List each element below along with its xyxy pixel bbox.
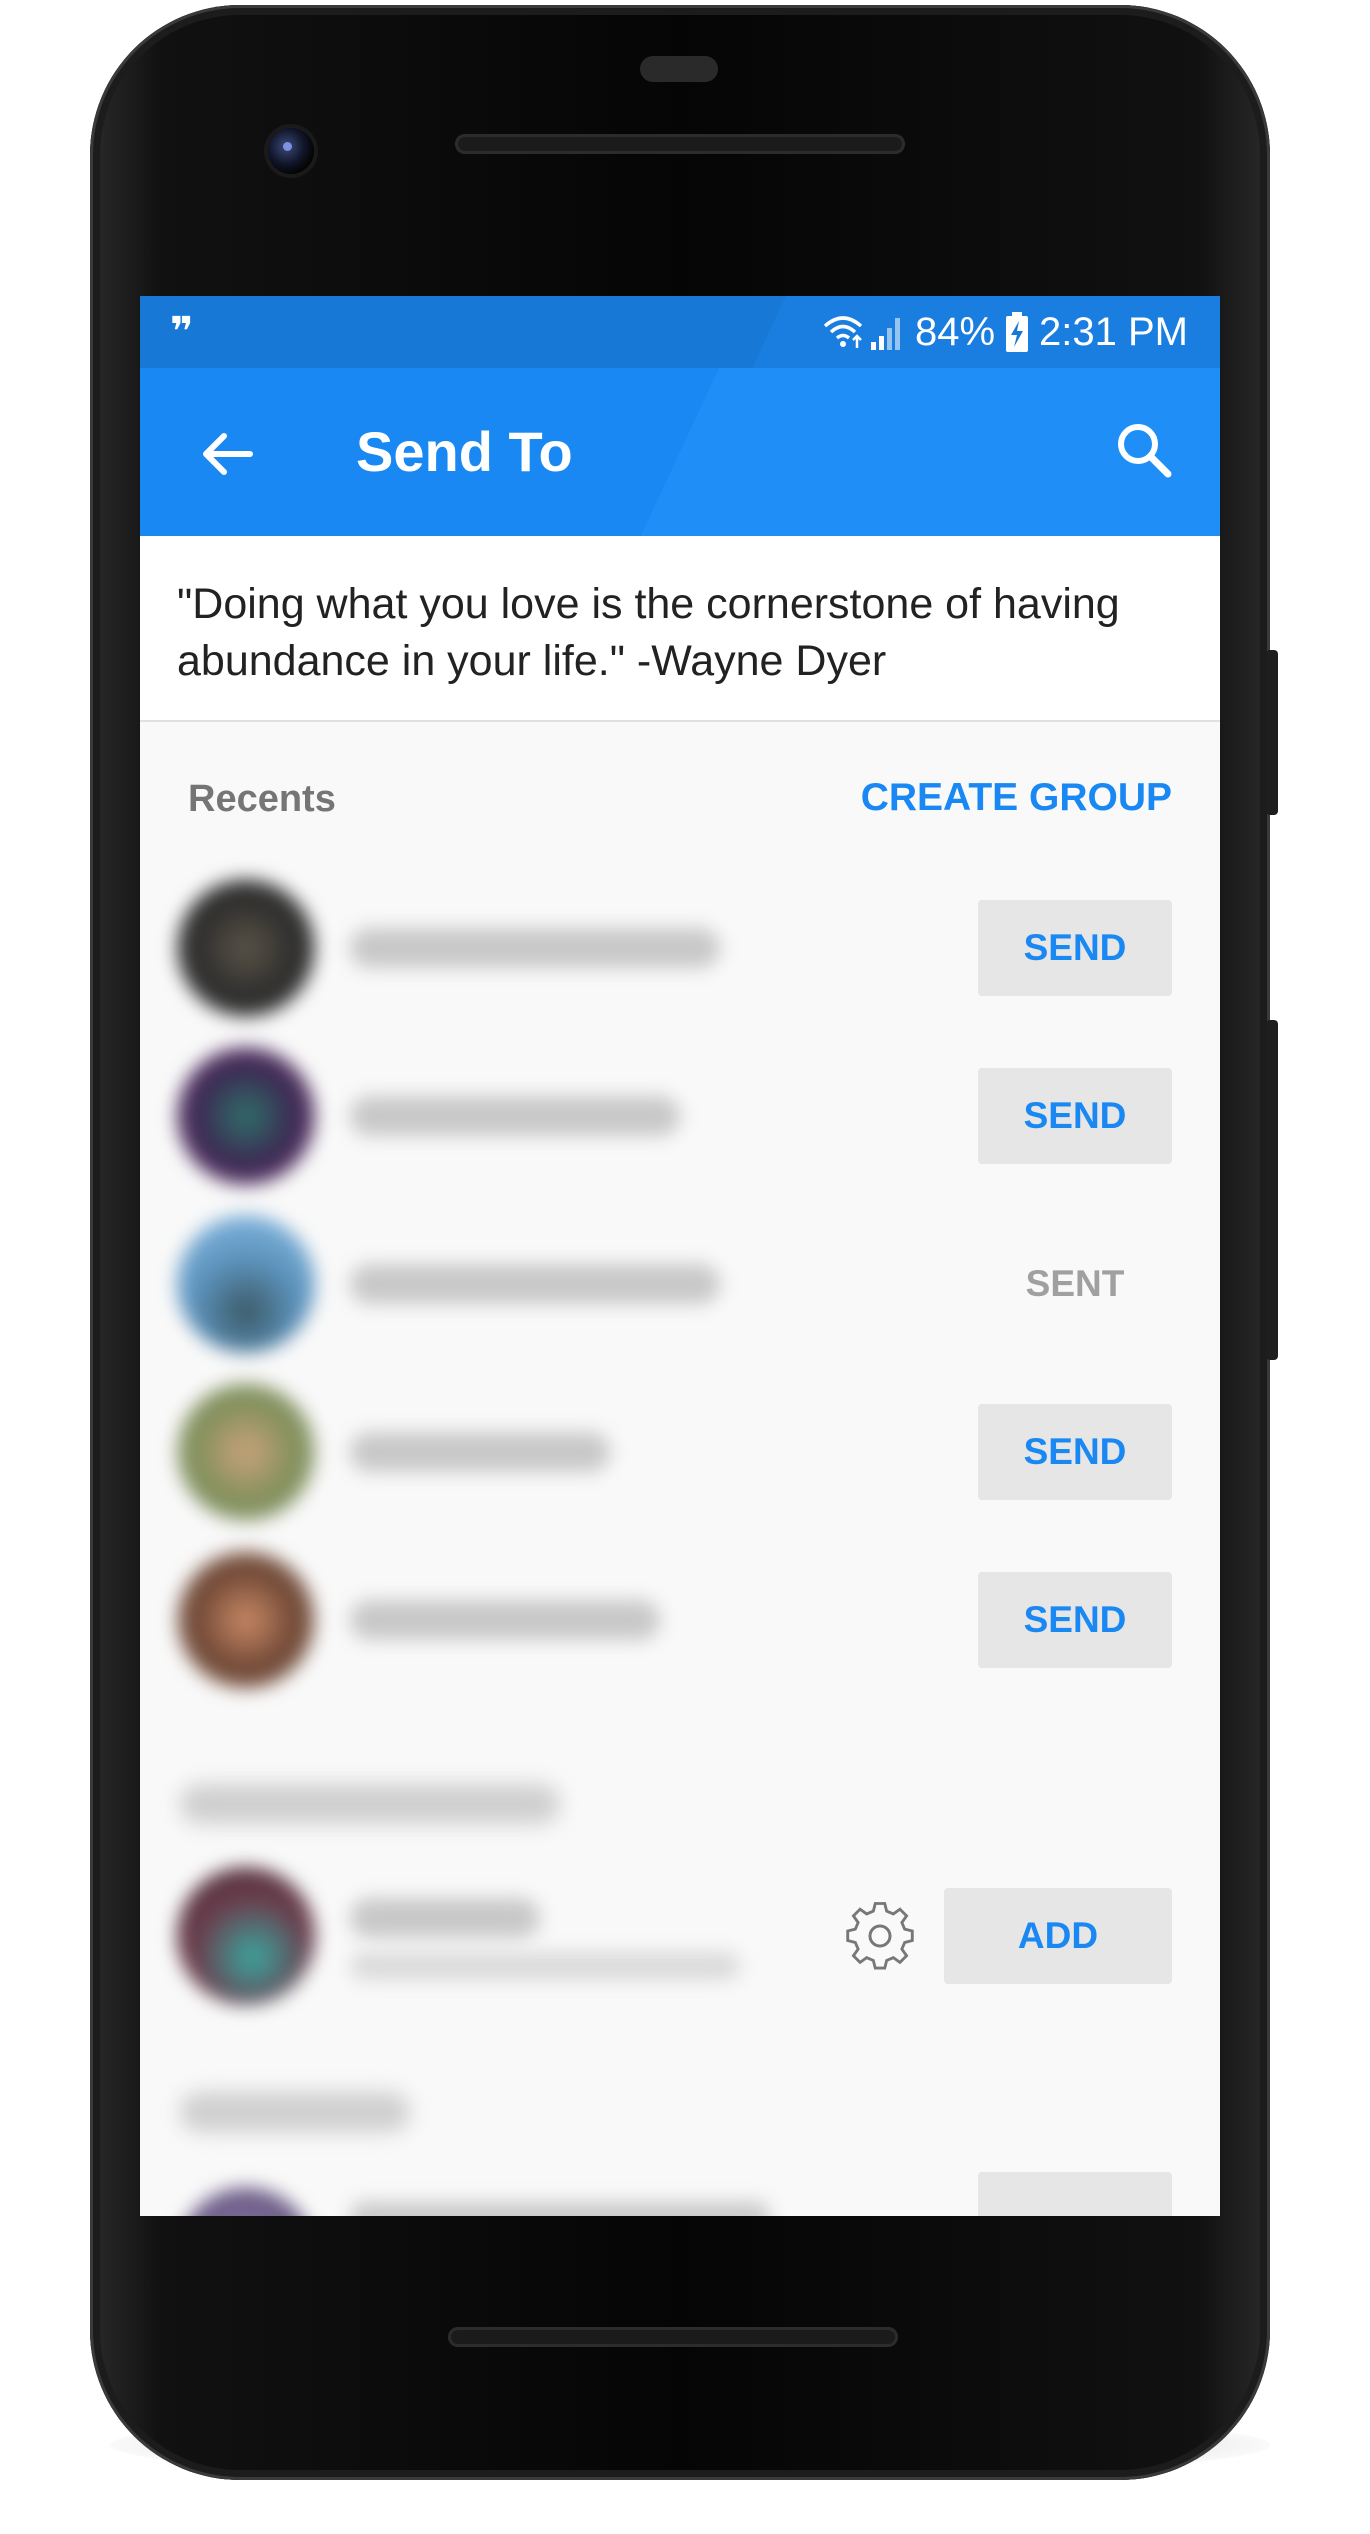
create-group-button[interactable]: CREATE GROUP [861,776,1172,820]
bottom-speaker-grille [448,2327,898,2347]
send-button[interactable]: SEND [978,1404,1172,1500]
page-title: Send To [356,420,573,483]
contact-row: SENT [140,1200,1220,1368]
contact-row: SEND [140,864,1220,1032]
avatar [177,2187,315,2216]
section-header [180,2092,410,2132]
avatar [177,879,315,1017]
battery-percent: 84% [914,310,996,354]
clock: 2:31 PM [1039,310,1188,354]
contact-name [350,1898,540,1938]
app-bar: Send To [140,368,1220,536]
send-button[interactable]: SEND [978,1572,1172,1668]
status-icons [821,312,905,352]
contact-name [350,1096,680,1136]
volume-button [1266,1020,1278,1360]
battery-charging-icon [1006,312,1029,352]
send-button[interactable]: SEND [978,900,1172,996]
contact-row [140,2172,1220,2216]
quote-text: "Doing what you love is the cornerstone … [177,580,1120,685]
contact-name [350,1600,660,1640]
shared-quote-card: "Doing what you love is the cornerstone … [140,536,1220,722]
front-camera-icon [268,128,314,174]
contact-row: SEND [140,1536,1220,1704]
section-header [180,1784,560,1824]
top-speaker-grille [455,134,905,154]
avatar [177,1047,315,1185]
add-button[interactable]: ADD [944,1888,1172,1984]
screen: ❞ 84% 2:31 PM Send To "Doing what you lo… [140,296,1220,2216]
contact-name [350,1432,610,1472]
contact-subtitle [350,1952,740,1980]
avatar [177,1867,315,2005]
contact-row: SEND [140,1032,1220,1200]
contact-row: ADD [140,1852,1220,2020]
signal-icon [870,318,900,350]
power-button [1266,650,1278,815]
avatar [177,1383,315,1521]
wifi-icon [823,316,863,348]
contact-name [350,2202,770,2216]
back-arrow-icon[interactable] [192,418,264,490]
contact-name [350,1264,720,1304]
avatar [177,1215,315,1353]
avatar [177,1551,315,1689]
quote-icon: ❞ [170,310,194,354]
send-button[interactable]: SEND [978,1068,1172,1164]
earpiece [640,56,718,82]
contact-name [350,928,720,968]
partial-button[interactable] [978,2172,1172,2216]
sent-status: SENT [1025,1263,1125,1304]
recents-label: Recents [188,778,336,820]
status-bar: ❞ 84% 2:31 PM [140,296,1220,368]
search-icon[interactable] [1108,414,1180,486]
gear-icon[interactable] [840,1896,920,1976]
contact-row: SEND [140,1368,1220,1536]
status-right: 84% 2:31 PM [821,304,1188,360]
